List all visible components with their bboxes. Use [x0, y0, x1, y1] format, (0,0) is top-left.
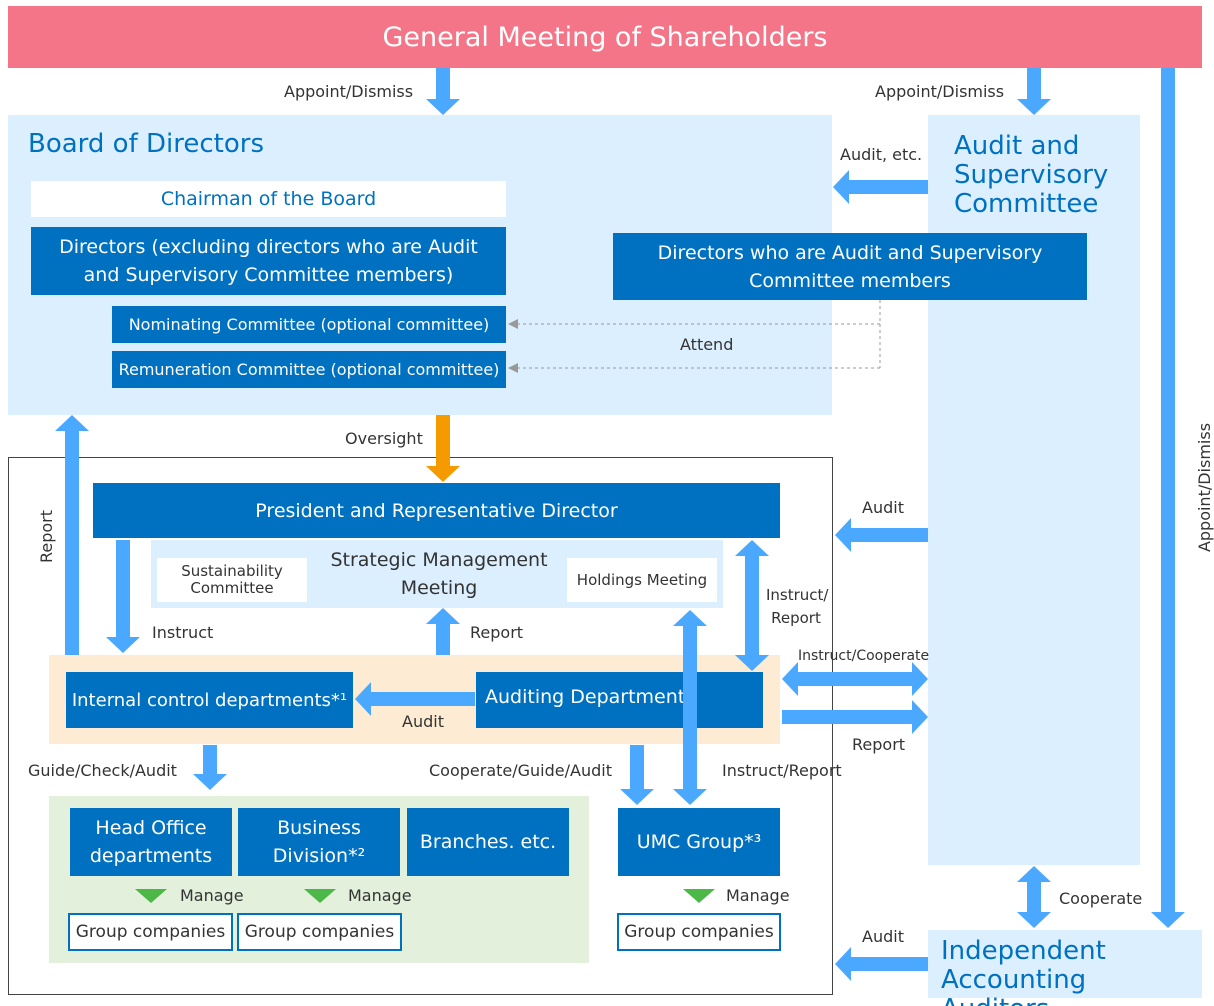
report-arrow — [782, 700, 928, 734]
attend-label: Attend — [680, 335, 734, 354]
appoint-dismiss-vertical-label: Appoint/Dismiss — [1195, 422, 1214, 553]
oversight-arrow — [426, 415, 460, 482]
appoint-dismiss-label: Appoint/Dismiss — [875, 82, 1005, 101]
audit-arrow — [835, 947, 928, 981]
instruct-report-arrow — [735, 540, 769, 671]
manage-triangle-icon — [135, 889, 167, 903]
appoint-dismiss-label: Appoint/Dismiss — [284, 82, 414, 101]
appoint-arrow — [426, 68, 460, 115]
governance-diagram: General Meeting of Shareholders Board of… — [0, 0, 1214, 1006]
instruct-report-arrow — [673, 610, 707, 805]
instruct-report-label: Instruct/ Report — [766, 586, 829, 627]
audit-label: Audit — [862, 927, 904, 946]
guide-arrow — [193, 745, 227, 790]
audit-label: Audit — [862, 498, 904, 517]
arrow-layer — [55, 68, 1185, 981]
manage-triangle-icon — [683, 889, 715, 903]
instruct-cooperate-label: Instruct/Cooperate — [798, 648, 930, 664]
attend-arrowhead — [508, 319, 518, 329]
audit-arrow — [355, 682, 475, 716]
appoint-auditors-arrow — [1151, 68, 1185, 928]
report-arrow — [426, 608, 460, 655]
attend-dashed-line — [516, 300, 881, 369]
audit-label: Audit — [402, 712, 444, 731]
instruct-label: Instruct — [152, 623, 214, 642]
appoint-arrow — [1017, 68, 1051, 115]
instruct-report-label: Instruct/Report — [722, 761, 842, 780]
instruct-arrow — [106, 540, 140, 653]
instruct-cooperate-arrow — [782, 662, 928, 696]
oversight-label: Oversight — [345, 429, 423, 448]
report-vertical-label: Report — [37, 509, 57, 564]
cooperate-guide-audit-label: Cooperate/Guide/Audit — [429, 761, 612, 780]
report-arrow — [55, 415, 89, 655]
audit-etc-label: Audit, etc. — [840, 145, 923, 164]
audit-etc-arrow — [833, 170, 928, 204]
cooperate-label: Cooperate — [1059, 889, 1143, 908]
report-label: Report — [470, 623, 524, 642]
report-label: Report — [852, 735, 906, 754]
attend-arrowhead — [508, 363, 518, 373]
audit-arrow — [835, 518, 928, 552]
cooperate-arrow — [1017, 866, 1051, 928]
manage-triangle-icon — [304, 889, 336, 903]
guide-check-audit-label: Guide/Check/Audit — [28, 761, 177, 780]
cooperate-guide-arrow — [620, 745, 654, 805]
